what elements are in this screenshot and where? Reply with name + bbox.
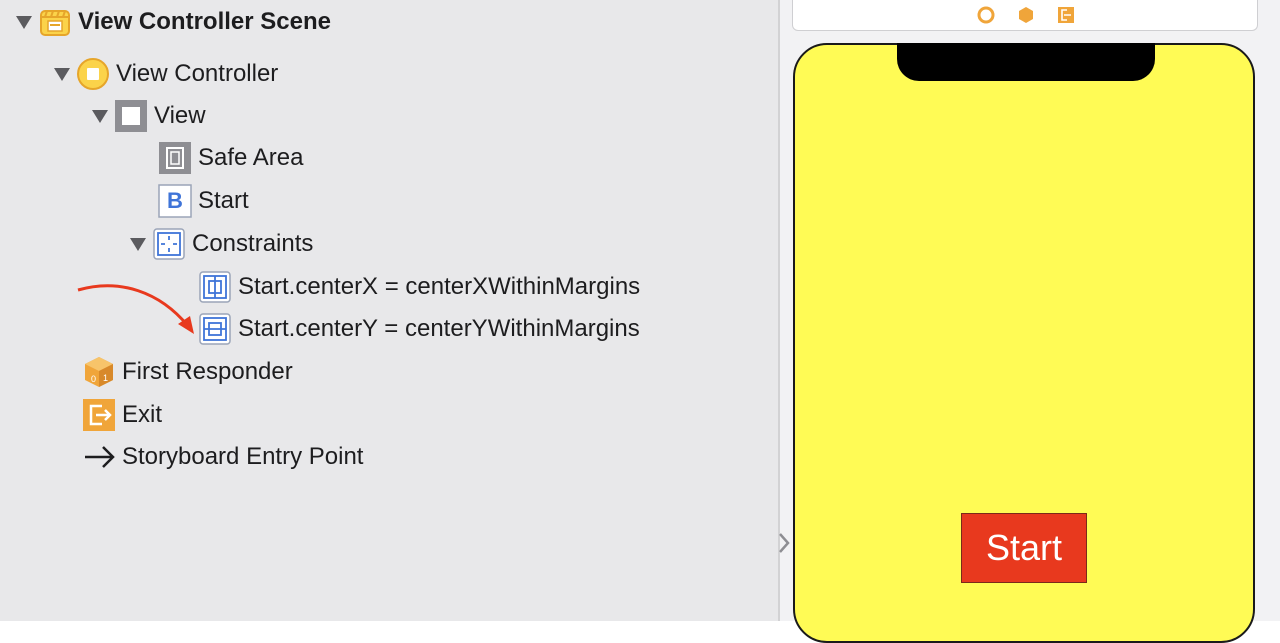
constraint-centery-label: Start.centerY = centerYWithinMargins [238, 315, 640, 342]
start-button-label: Start [198, 187, 249, 214]
outline-row-entry-point[interactable]: Storyboard Entry Point [82, 437, 363, 477]
disclosure-triangle-icon[interactable] [48, 66, 76, 82]
outline-row-constraint-centerx[interactable]: Start.centerX = centerXWithinMargins [198, 267, 640, 307]
outline-row-start-button[interactable]: B Start [158, 181, 249, 221]
outline-row-constraints[interactable]: Constraints [124, 224, 313, 264]
svg-text:0: 0 [91, 374, 96, 384]
outline-row-view[interactable]: View [86, 96, 206, 136]
exit-icon [82, 398, 116, 432]
iphone-frame: Start [793, 43, 1255, 643]
outline-row-first-responder[interactable]: 0 1 First Responder [82, 352, 293, 392]
constraints-label: Constraints [192, 230, 314, 257]
start-button[interactable]: Start [961, 513, 1087, 583]
scene-icon [38, 5, 72, 39]
disclosure-triangle-icon[interactable] [124, 236, 152, 252]
view-icon [114, 99, 148, 133]
view-controller-label: View Controller [116, 60, 279, 87]
collapse-chevron-icon[interactable] [776, 530, 792, 556]
exit-dock-icon[interactable] [1057, 6, 1075, 29]
annotation-arrow-icon [77, 284, 194, 334]
document-outline: View Controller Scene View Controller Vi… [0, 0, 778, 621]
disclosure-triangle-icon[interactable] [10, 14, 38, 30]
phone-notch [897, 43, 1155, 81]
button-badge: B [167, 188, 183, 213]
view-label: View [154, 102, 206, 129]
outline-row-constraint-centery[interactable]: Start.centerY = centerYWithinMargins [198, 309, 640, 349]
safe-area-icon [158, 141, 192, 175]
scene-label: View Controller Scene [78, 8, 331, 35]
first-responder-label: First Responder [122, 358, 293, 385]
outline-row-scene[interactable]: View Controller Scene [10, 2, 331, 42]
safe-area-label: Safe Area [198, 144, 304, 171]
constraint-centerx-label: Start.centerX = centerXWithinMargins [238, 273, 641, 300]
first-responder-dock-icon[interactable] [1017, 6, 1035, 29]
view-controller-icon [76, 57, 110, 91]
exit-label: Exit [122, 401, 163, 428]
outline-row-exit[interactable]: Exit [82, 395, 162, 435]
outline-row-safe-area[interactable]: Safe Area [158, 138, 303, 178]
constraint-center-y-icon [198, 312, 232, 346]
constraints-icon [152, 227, 186, 261]
svg-text:1: 1 [103, 373, 108, 383]
button-icon: B [158, 184, 192, 218]
outline-row-view-controller[interactable]: View Controller [48, 54, 278, 94]
disclosure-triangle-icon[interactable] [86, 108, 114, 124]
entry-point-label: Storyboard Entry Point [122, 443, 364, 470]
view-controller-dock-icon[interactable] [977, 6, 995, 29]
arrow-right-icon [82, 440, 116, 474]
constraint-center-x-icon [198, 270, 232, 304]
scene-dock [792, 0, 1258, 31]
first-responder-icon: 0 1 [82, 355, 116, 389]
